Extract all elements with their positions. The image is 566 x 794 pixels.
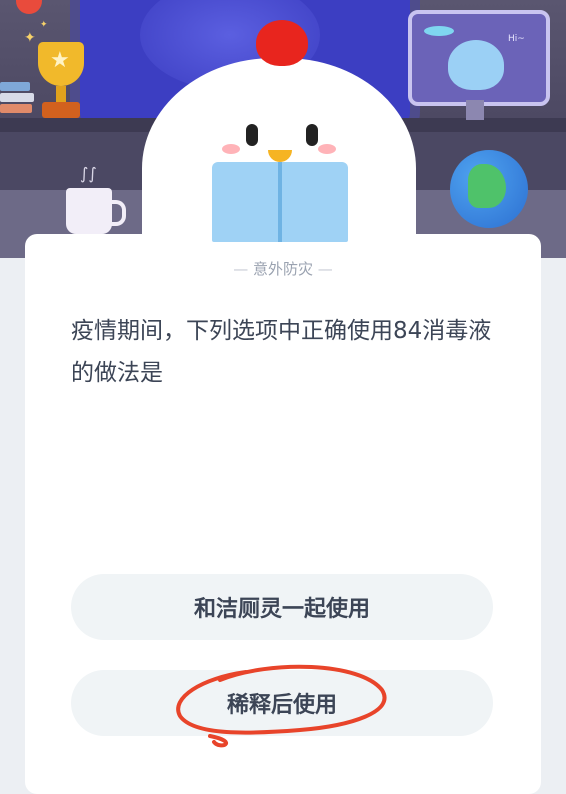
question-text: 疫情期间，下列选项中正确使用84消毒液的做法是 (71, 318, 492, 386)
books-icon (0, 82, 36, 116)
answer-option-2[interactable]: 稀释后使用 (71, 670, 493, 736)
ufo-icon (424, 26, 454, 36)
monitor-greeting: Hi~ (508, 34, 525, 44)
globe-icon (450, 150, 528, 228)
option-label: 和洁厕灵一起使用 (193, 597, 370, 622)
steam-icon: ∫∫ (80, 164, 97, 183)
book-illustration (212, 162, 348, 242)
question-card: — 意外防灾 — 疫情期间，下列选项中正确使用84消毒液的做法是 和洁厕灵一起使… (25, 234, 541, 794)
chick-comb (256, 20, 308, 66)
chick-eye (306, 124, 318, 146)
mug-icon (66, 188, 112, 234)
monitor-illustration: Hi~ (408, 10, 550, 106)
medal-icon (16, 0, 42, 14)
alien-icon (448, 40, 504, 90)
category-label: 意外防灾 (252, 260, 313, 278)
sparkle-icon: ✦ (40, 20, 48, 30)
question-category: — 意外防灾 — (233, 260, 333, 278)
answer-option-1[interactable]: 和洁厕灵一起使用 (71, 574, 493, 640)
trophy-icon: ★ (28, 42, 94, 120)
chick-eye (246, 124, 258, 146)
option-label: 稀释后使用 (226, 693, 337, 718)
